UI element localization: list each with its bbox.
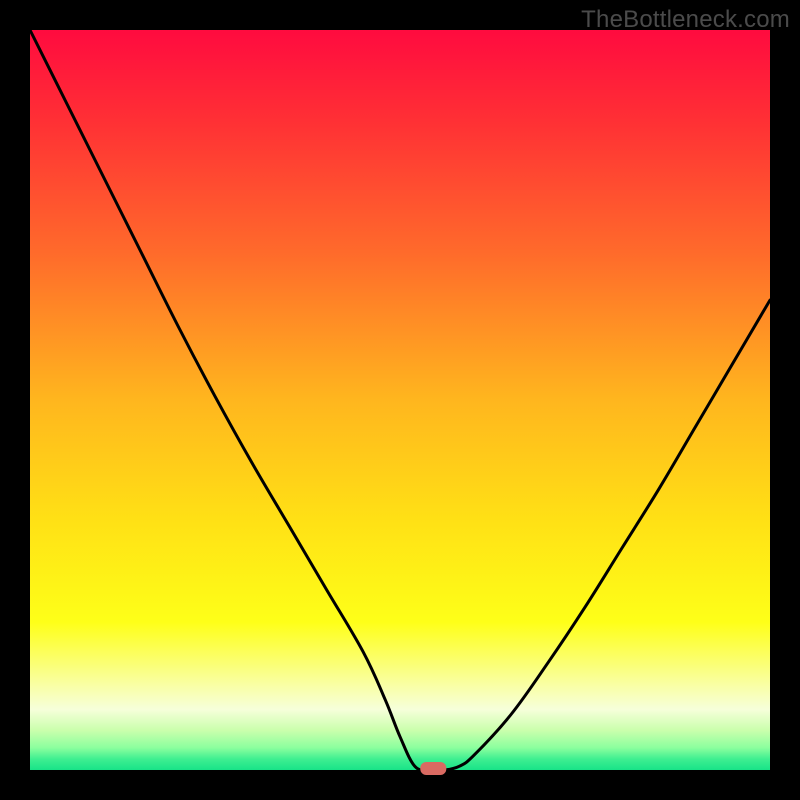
plot-background [30, 30, 770, 770]
chart-frame: TheBottleneck.com [0, 0, 800, 800]
watermark-text: TheBottleneck.com [581, 6, 790, 34]
bottleneck-chart [0, 0, 800, 800]
optimum-marker [420, 762, 446, 775]
